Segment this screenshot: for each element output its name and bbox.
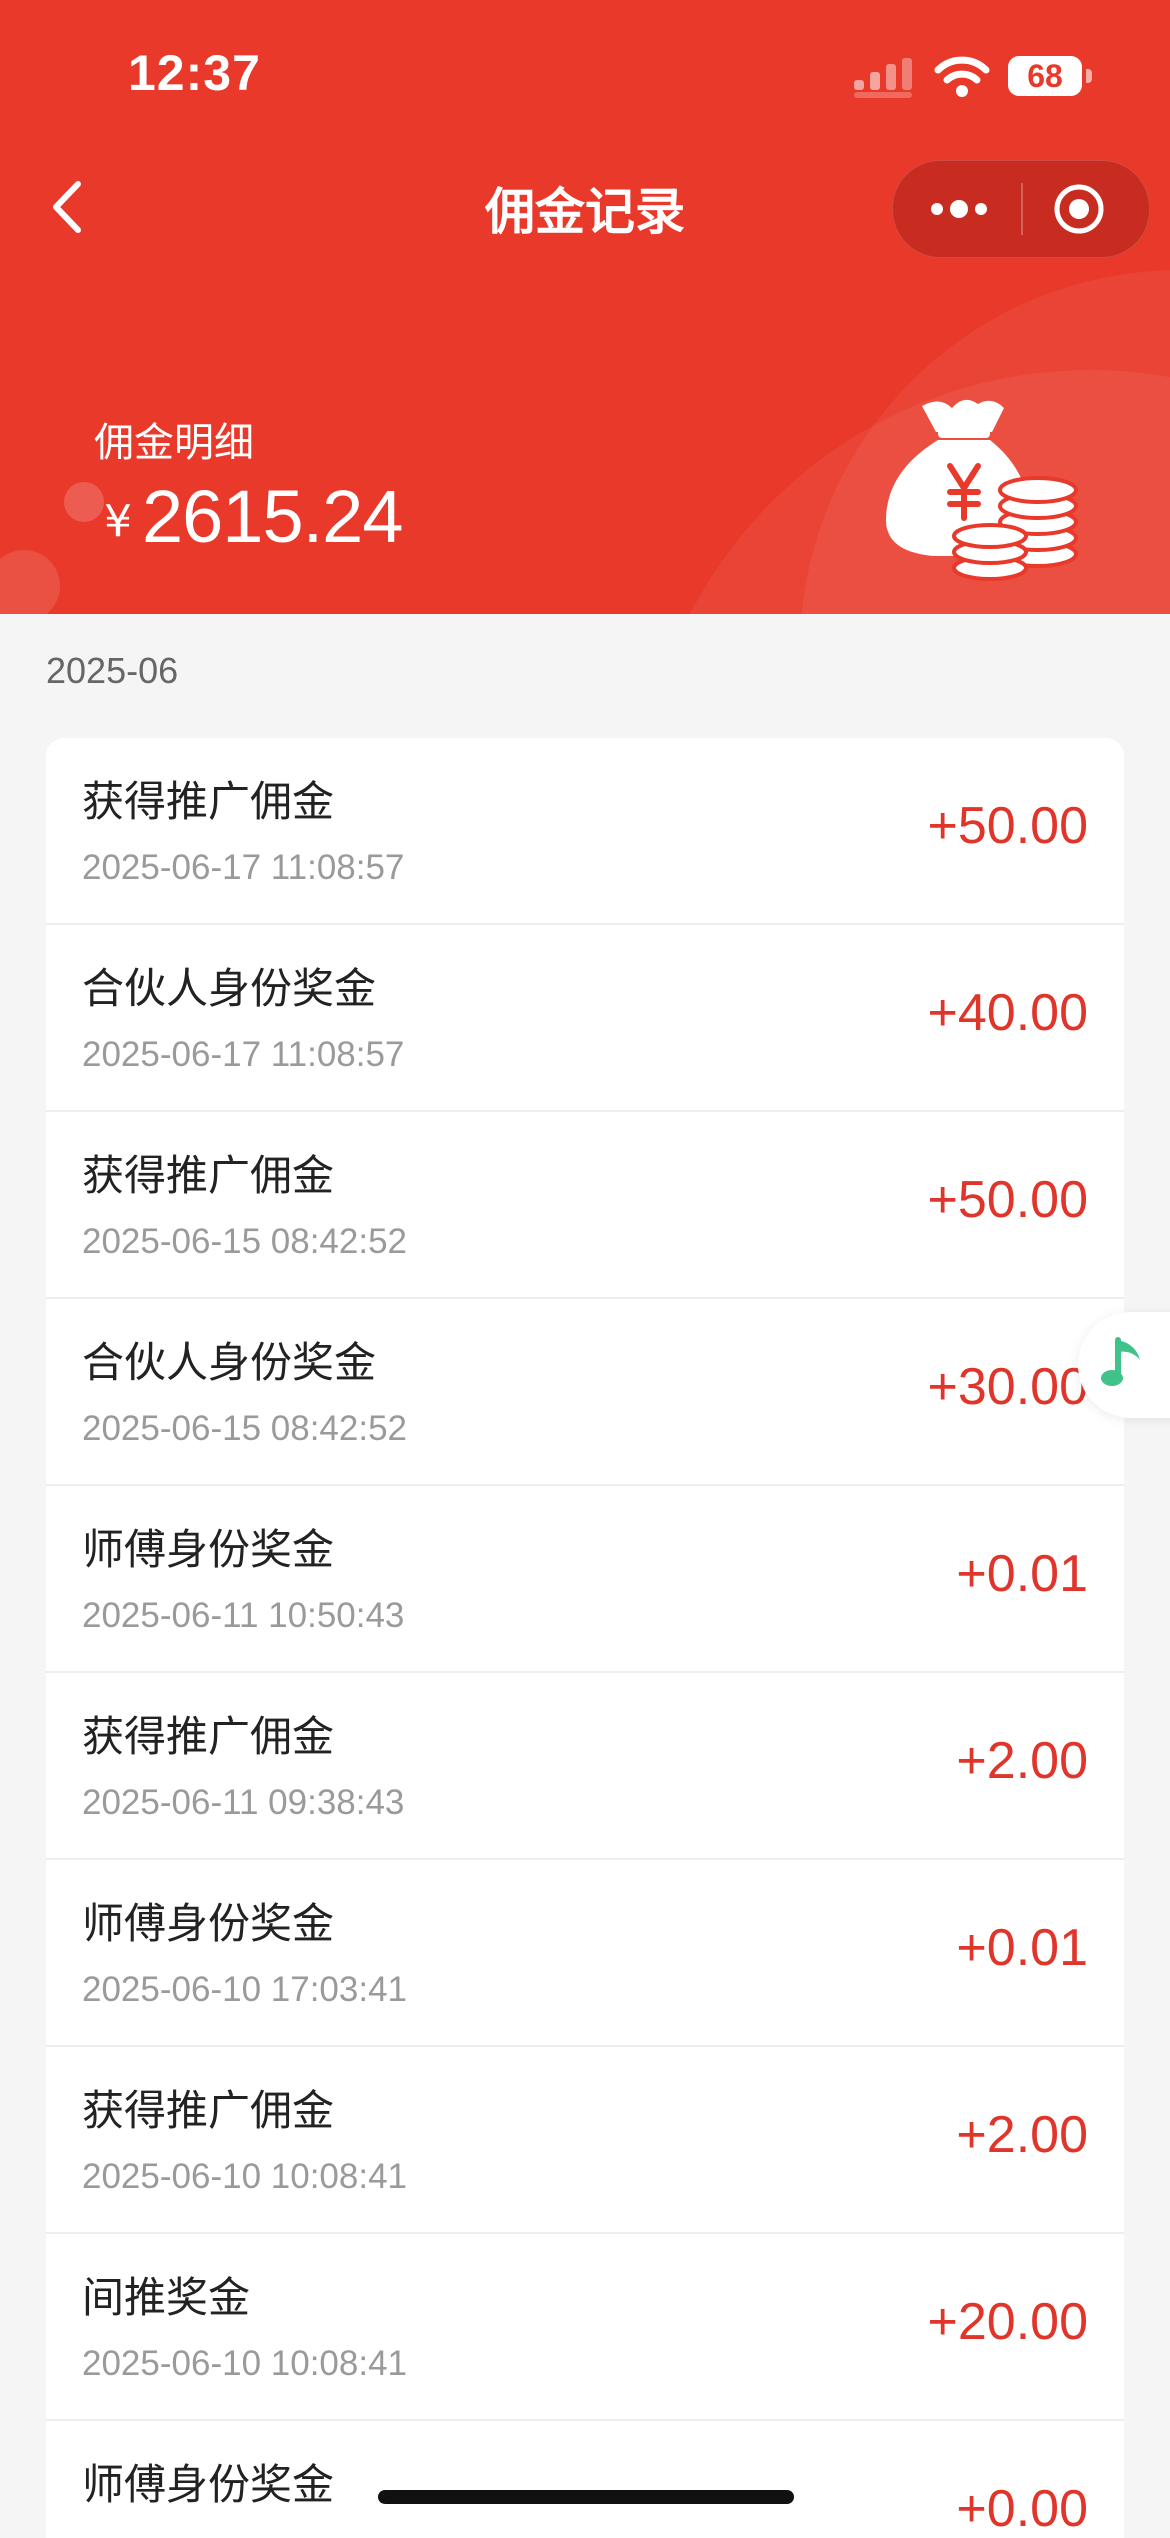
status-time: 12:37: [128, 45, 261, 101]
more-dots-icon[interactable]: [923, 183, 995, 235]
summary-label: 佣金明细: [94, 420, 254, 466]
record-title: 师傅身份奖金: [82, 1525, 335, 1574]
signal-icon: [854, 58, 912, 98]
record-date: 2025-06-17 11:08:57: [82, 848, 405, 887]
record-amount: +20.00: [927, 2293, 1089, 2351]
record-title: 获得推广佣金: [82, 2086, 335, 2135]
total-commission: 2615.24: [142, 475, 403, 558]
home-indicator: [378, 2490, 794, 2504]
header: 12:37 68 佣金记录 佣金明细 ¥ 2615.24: [0, 0, 1170, 614]
list-item[interactable]: 获得推广佣金 2025-06-11 09:38:43 +2.00: [46, 1673, 1124, 1860]
battery-level: 68: [1008, 56, 1082, 96]
list-item[interactable]: 合伙人身份奖金 2025-06-17 11:08:57 +40.00: [46, 925, 1124, 1112]
decor-dot: [0, 550, 60, 614]
list-item[interactable]: 获得推广佣金 2025-06-17 11:08:57 +50.00: [46, 738, 1124, 925]
record-date: 2025-06-10 10:08:41: [82, 2157, 407, 2196]
mini-program-capsule: [892, 160, 1150, 258]
record-amount: +2.00: [956, 1732, 1088, 1790]
record-date: 2025-06-10 17:03:41: [82, 1970, 407, 2009]
record-date: 2025-06-11 10:50:43: [82, 1596, 405, 1635]
list-item[interactable]: 间推奖金 2025-06-10 10:08:41 +20.00: [46, 2234, 1124, 2421]
record-amount: +50.00: [927, 797, 1089, 855]
record-amount: +0.01: [956, 1545, 1088, 1603]
list-item[interactable]: 获得推广佣金 2025-06-10 10:08:41 +2.00: [46, 2047, 1124, 2234]
record-amount: +2.00: [956, 2106, 1088, 2164]
wifi-icon: [934, 56, 990, 97]
record-date: 2025-06-15 08:42:52: [82, 1409, 407, 1448]
record-amount: +0.01: [956, 1919, 1088, 1977]
record-date: 2025-06-10 10:08:41: [82, 2344, 407, 2383]
target-circle-icon[interactable]: [1051, 181, 1107, 237]
list-item[interactable]: 师傅身份奖金 2025-06-11 10:50:43 +0.01: [46, 1486, 1124, 1673]
month-label: 2025-06: [46, 650, 179, 691]
record-title: 间推奖金: [82, 2273, 251, 2322]
record-title: 师傅身份奖金: [82, 1899, 335, 1948]
list-item[interactable]: 师傅身份奖金 2025-06-10 17:03:41 +0.01: [46, 1860, 1124, 2047]
music-note-icon: [1101, 1337, 1140, 1386]
record-title: 获得推广佣金: [82, 1712, 335, 1761]
record-title: 获得推广佣金: [82, 1151, 335, 1200]
record-amount: +0.00: [956, 2480, 1088, 2538]
record-title: 获得推广佣金: [82, 777, 335, 826]
battery-icon: 68: [1008, 56, 1092, 98]
money-bag-icon: [886, 399, 1078, 581]
record-amount: +30.00: [927, 1358, 1089, 1416]
record-amount: +40.00: [927, 984, 1089, 1042]
summary-amount: ¥2615.24: [104, 474, 403, 559]
nav-bar: 佣金记录: [0, 150, 1170, 266]
record-title: 合伙人身份奖金: [82, 1338, 377, 1387]
record-date: 2025-06-15 08:42:52: [82, 1222, 407, 1261]
record-date: 2025-06-11 09:38:43: [82, 1783, 405, 1822]
records-list: 获得推广佣金 2025-06-17 11:08:57 +50.00 合伙人身份奖…: [46, 738, 1124, 2538]
list-item[interactable]: 获得推广佣金 2025-06-15 08:42:52 +50.00: [46, 1112, 1124, 1299]
record-amount: +50.00: [927, 1171, 1089, 1229]
currency-symbol: ¥: [104, 496, 132, 547]
list-item[interactable]: 合伙人身份奖金 2025-06-15 08:42:52 +30.00: [46, 1299, 1124, 1486]
list-item[interactable]: 师傅身份奖金 +0.00: [46, 2421, 1124, 2538]
decor-dot: [64, 482, 104, 522]
record-title: 合伙人身份奖金: [82, 964, 377, 1013]
status-bar: 12:37 68: [0, 0, 1170, 150]
record-date: 2025-06-17 11:08:57: [82, 1035, 405, 1074]
record-title: 师傅身份奖金: [82, 2460, 335, 2509]
